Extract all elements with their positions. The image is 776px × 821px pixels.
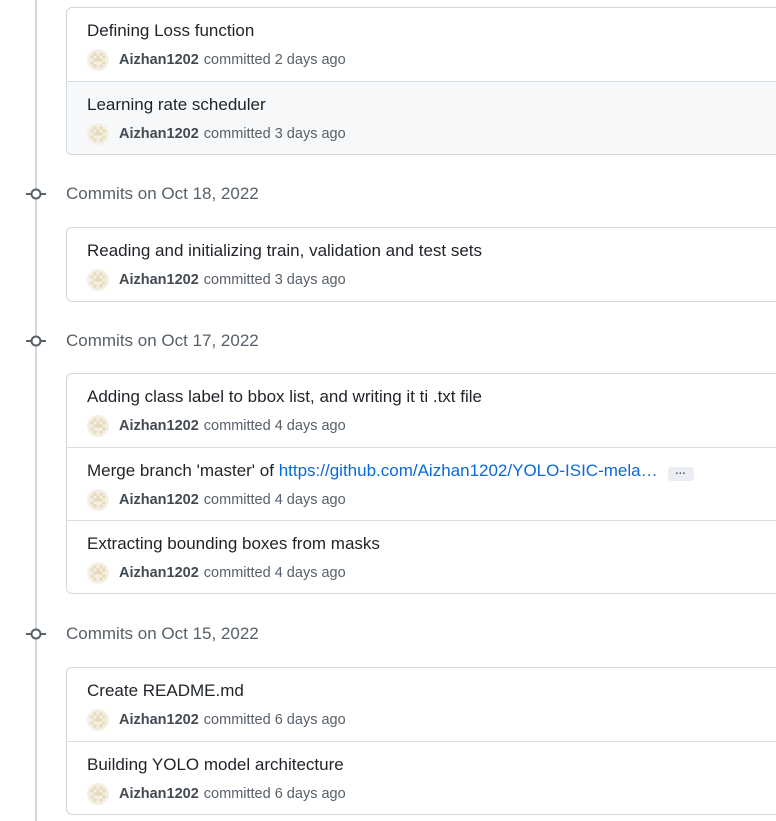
commit-author[interactable]: Aizhan1202 bbox=[119, 786, 199, 802]
commit-time: 4 days ago bbox=[274, 565, 346, 581]
commit-group-box: Create README.md Aizhan1202 committed 6 … bbox=[66, 667, 776, 815]
commit-group-date: Commits on Oct 15, 2022 bbox=[66, 624, 259, 643]
commit-time: 2 days ago bbox=[274, 52, 346, 68]
commit-time: 6 days ago bbox=[274, 786, 346, 802]
commit-time: 4 days ago bbox=[274, 492, 346, 508]
commit-meta: Aizhan1202 committed 4 days ago bbox=[87, 488, 346, 512]
commit-time: 6 days ago bbox=[274, 712, 346, 728]
commit-group-date: Commits on Oct 17, 2022 bbox=[66, 331, 259, 350]
commit-meta: Aizhan1202 committed 3 days ago bbox=[87, 122, 346, 146]
commit-title-line: Merge branch 'master' of https://github.… bbox=[87, 460, 694, 482]
commit-verb: committed bbox=[203, 492, 271, 508]
commit-meta: Aizhan1202 committed 6 days ago bbox=[87, 782, 346, 806]
commit-time: 3 days ago bbox=[274, 126, 346, 142]
commit-row: Learning rate scheduler Aizhan1202 commi… bbox=[67, 81, 776, 154]
avatar[interactable] bbox=[87, 123, 109, 145]
commit-meta: Aizhan1202 committed 3 days ago bbox=[87, 268, 346, 292]
commit-verb: committed bbox=[203, 712, 271, 728]
commit-meta: Aizhan1202 committed 6 days ago bbox=[87, 708, 346, 732]
commit-title[interactable]: Merge branch 'master' of bbox=[87, 461, 279, 480]
commit-title-link[interactable]: https://github.com/Aizhan1202/YOLO-ISIC-… bbox=[279, 461, 658, 480]
commit-time: 4 days ago bbox=[274, 418, 346, 434]
commit-author[interactable]: Aizhan1202 bbox=[119, 126, 199, 142]
commit-meta: Aizhan1202 committed 2 days ago bbox=[87, 48, 346, 72]
avatar[interactable] bbox=[87, 709, 109, 731]
commit-title[interactable]: Defining Loss function bbox=[87, 20, 254, 42]
commit-row: Adding class label to bbox list, and wri… bbox=[67, 374, 776, 447]
commit-meta: Aizhan1202 committed 4 days ago bbox=[87, 561, 346, 585]
commit-row: Extracting bounding boxes from masks Aiz… bbox=[67, 520, 776, 593]
commit-title[interactable]: Adding class label to bbox list, and wri… bbox=[87, 386, 482, 408]
commit-row: Reading and initializing train, validati… bbox=[67, 228, 776, 301]
git-commit-icon bbox=[26, 185, 46, 203]
commit-group-header: Commits on Oct 15, 2022 bbox=[0, 622, 776, 646]
expand-message-button[interactable]: … bbox=[667, 466, 694, 481]
commit-group-box: Reading and initializing train, validati… bbox=[66, 227, 776, 302]
commit-group-box: Defining Loss function Aizhan1202 commit… bbox=[66, 7, 776, 155]
git-commit-icon bbox=[26, 625, 46, 643]
commit-verb: committed bbox=[203, 126, 271, 142]
commit-author[interactable]: Aizhan1202 bbox=[119, 272, 199, 288]
commit-author[interactable]: Aizhan1202 bbox=[119, 712, 199, 728]
commit-row: Building YOLO model architecture Aizhan1… bbox=[67, 741, 776, 814]
commit-row: Defining Loss function Aizhan1202 commit… bbox=[67, 8, 776, 81]
avatar[interactable] bbox=[87, 415, 109, 437]
commit-row: Create README.md Aizhan1202 committed 6 … bbox=[67, 668, 776, 741]
commit-verb: committed bbox=[203, 272, 271, 288]
commit-verb: committed bbox=[203, 786, 271, 802]
commit-title[interactable]: Learning rate scheduler bbox=[87, 94, 266, 116]
commit-author[interactable]: Aizhan1202 bbox=[119, 492, 199, 508]
commit-meta: Aizhan1202 committed 4 days ago bbox=[87, 414, 346, 438]
avatar[interactable] bbox=[87, 783, 109, 805]
commit-title[interactable]: Create README.md bbox=[87, 680, 244, 702]
commit-row: Merge branch 'master' of https://github.… bbox=[67, 447, 776, 520]
commit-verb: committed bbox=[203, 52, 271, 68]
timeline-line bbox=[35, 0, 37, 821]
commit-group-header: Commits on Oct 18, 2022 bbox=[0, 182, 776, 206]
commit-group-box: Adding class label to bbox list, and wri… bbox=[66, 373, 776, 594]
avatar[interactable] bbox=[87, 49, 109, 71]
commit-title[interactable]: Extracting bounding boxes from masks bbox=[87, 533, 380, 555]
commit-time: 3 days ago bbox=[274, 272, 346, 288]
git-commit-icon bbox=[26, 332, 46, 350]
commit-author[interactable]: Aizhan1202 bbox=[119, 52, 199, 68]
commit-verb: committed bbox=[203, 565, 271, 581]
commit-title[interactable]: Building YOLO model architecture bbox=[87, 754, 344, 776]
avatar[interactable] bbox=[87, 562, 109, 584]
avatar[interactable] bbox=[87, 489, 109, 511]
commit-author[interactable]: Aizhan1202 bbox=[119, 565, 199, 581]
avatar[interactable] bbox=[87, 269, 109, 291]
commit-group-header: Commits on Oct 17, 2022 bbox=[0, 329, 776, 353]
commit-group-date: Commits on Oct 18, 2022 bbox=[66, 184, 259, 203]
commit-title[interactable]: Reading and initializing train, validati… bbox=[87, 240, 482, 262]
commit-author[interactable]: Aizhan1202 bbox=[119, 418, 199, 434]
commit-verb: committed bbox=[203, 418, 271, 434]
